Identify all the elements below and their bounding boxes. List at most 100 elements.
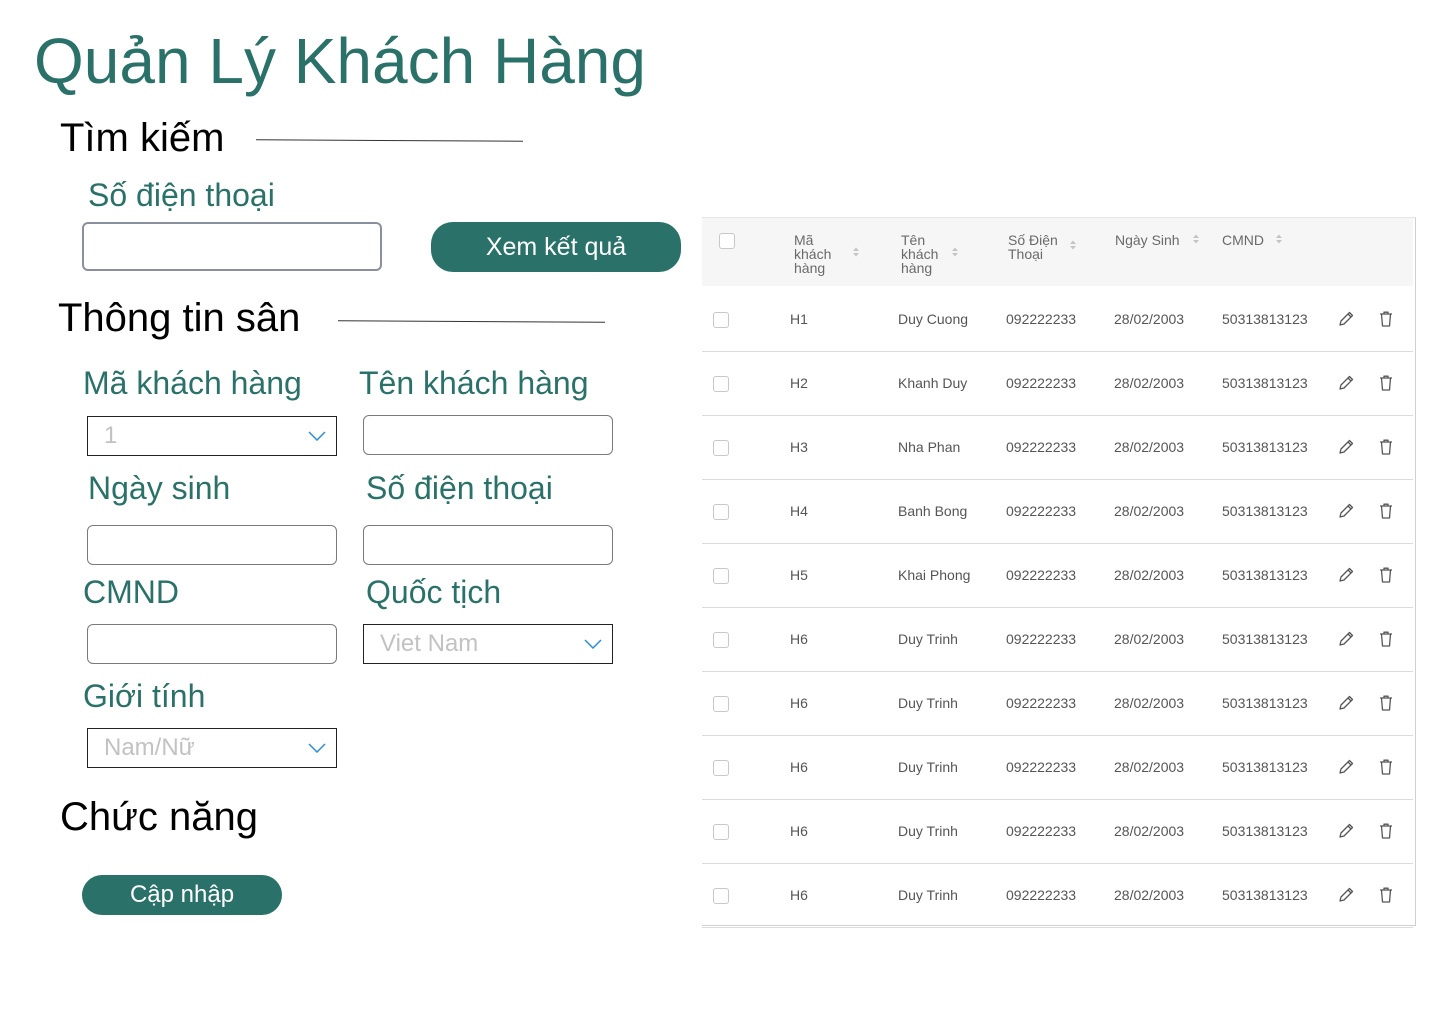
row-checkbox[interactable] (713, 760, 729, 776)
trash-icon[interactable] (1376, 565, 1396, 585)
birthday-label: Ngày sinh (88, 470, 231, 506)
row-checkbox[interactable] (713, 376, 729, 392)
birthday-input[interactable] (87, 525, 337, 565)
sort-icon[interactable] (1069, 239, 1077, 251)
table-row[interactable]: H2 Khanh Duy 092222233 28/02/2003 5031381312… (702, 351, 1413, 416)
table-row[interactable]: H5 Khai Phong 092222233 28/02/2003 503138131… (702, 543, 1413, 608)
column-header-text: hàng (794, 260, 826, 276)
column-header-id-card[interactable]: CMND (1222, 233, 1264, 247)
table-row[interactable]: H3 Nha Phan 092222233 28/02/2003 50313813123 (702, 415, 1413, 480)
gender-select[interactable]: Nam/Nữ (87, 728, 337, 768)
sort-icon[interactable] (1275, 233, 1283, 245)
cell-id-card: 50313813123 (1222, 823, 1308, 839)
id-card-input[interactable] (87, 624, 337, 664)
phone-label: Số điện thoại (366, 470, 553, 506)
cell-birthday: 28/02/2003 (1114, 887, 1185, 903)
cell-customer-name: Banh Bong (898, 503, 968, 519)
cell-customer-name: Duy Trinh (898, 695, 958, 711)
cell-phone: 092222233 (1006, 887, 1077, 903)
select-all-checkbox[interactable] (719, 233, 735, 249)
column-header-text: hàng (901, 260, 933, 276)
row-checkbox[interactable] (713, 824, 729, 840)
cell-customer-id: H6 (790, 631, 808, 647)
row-checkbox[interactable] (713, 568, 729, 584)
trash-icon[interactable] (1376, 501, 1396, 521)
cell-customer-name: Khai Phong (898, 567, 971, 583)
table-row[interactable]: H6 Duy Trinh 092222233 28/02/2003 5031381312… (702, 863, 1413, 928)
pencil-icon[interactable] (1336, 693, 1356, 713)
sort-icon[interactable] (1192, 233, 1200, 245)
cell-id-card: 50313813123 (1222, 759, 1308, 775)
row-checkbox[interactable] (713, 696, 729, 712)
customer-name-label: Tên khách hàng (359, 365, 589, 401)
row-checkbox[interactable] (713, 632, 729, 648)
cell-phone: 092222233 (1006, 567, 1077, 583)
trash-icon[interactable] (1376, 309, 1396, 329)
search-section-title: Tìm kiếm (60, 116, 225, 160)
pencil-icon[interactable] (1336, 821, 1356, 841)
cell-birthday: 28/02/2003 (1114, 375, 1185, 391)
nationality-value: Viet Nam (380, 630, 479, 657)
column-header-text: khách (794, 246, 832, 262)
table-row[interactable]: H6 Duy Trinh 092222233 28/02/2003 5031381312… (702, 607, 1413, 672)
trash-icon[interactable] (1376, 757, 1396, 777)
cell-phone: 092222233 (1006, 375, 1077, 391)
gender-value: Nam/Nữ (104, 734, 195, 761)
table-row[interactable]: H6 Duy Trinh 092222233 28/02/2003 5031381312… (702, 799, 1413, 864)
customer-id-select[interactable]: 1 (87, 416, 337, 456)
column-header-name[interactable]: Tên khách hàng (901, 233, 938, 275)
row-checkbox[interactable] (713, 504, 729, 520)
info-section-title: Thông tin sân (58, 296, 301, 340)
cell-phone: 092222233 (1006, 759, 1077, 775)
section-divider (255, 139, 524, 142)
sort-icon[interactable] (951, 246, 959, 258)
row-checkbox[interactable] (713, 312, 729, 328)
cell-phone: 092222233 (1006, 823, 1077, 839)
trash-icon[interactable] (1376, 437, 1396, 457)
cell-phone: 092222233 (1006, 439, 1077, 455)
pencil-icon[interactable] (1336, 629, 1356, 649)
pencil-icon[interactable] (1336, 373, 1356, 393)
pencil-icon[interactable] (1336, 885, 1356, 905)
cell-birthday: 28/02/2003 (1114, 759, 1185, 775)
cell-customer-name: Duy Trinh (898, 631, 958, 647)
column-header-phone[interactable]: Số Điện Thoại (1008, 233, 1058, 261)
cell-id-card: 50313813123 (1222, 311, 1308, 327)
cell-id-card: 50313813123 (1222, 567, 1308, 583)
cell-customer-id: H6 (790, 695, 808, 711)
trash-icon[interactable] (1376, 885, 1396, 905)
phone-input[interactable] (363, 525, 613, 565)
search-phone-input[interactable] (82, 222, 382, 271)
trash-icon[interactable] (1376, 693, 1396, 713)
table-row[interactable]: H6 Duy Trinh 092222233 28/02/2003 5031381312… (702, 735, 1413, 800)
table-header: Mã khách hàng Tên khách hàng Số Điện Tho… (702, 218, 1413, 286)
customer-name-input[interactable] (363, 415, 613, 455)
table-row[interactable]: H1 Duy Cuong 092222233 28/02/2003 5031381312… (702, 287, 1413, 352)
trash-icon[interactable] (1376, 373, 1396, 393)
cell-customer-id: H6 (790, 887, 808, 903)
table-row[interactable]: H4 Banh Bong 092222233 28/02/2003 5031381312… (702, 479, 1413, 544)
pencil-icon[interactable] (1336, 565, 1356, 585)
column-header-id[interactable]: Mã khách hàng (794, 233, 831, 275)
pencil-icon[interactable] (1336, 501, 1356, 521)
pencil-icon[interactable] (1336, 437, 1356, 457)
sort-icon[interactable] (852, 246, 860, 258)
cell-id-card: 50313813123 (1222, 695, 1308, 711)
trash-icon[interactable] (1376, 629, 1396, 649)
row-checkbox[interactable] (713, 888, 729, 904)
cell-phone: 092222233 (1006, 503, 1077, 519)
chevron-down-icon (308, 743, 326, 753)
cell-birthday: 28/02/2003 (1114, 439, 1185, 455)
view-results-button[interactable]: Xem kết quả (431, 222, 681, 272)
pencil-icon[interactable] (1336, 757, 1356, 777)
row-checkbox[interactable] (713, 440, 729, 456)
cell-id-card: 50313813123 (1222, 503, 1308, 519)
column-header-birthday[interactable]: Ngày Sinh (1115, 233, 1180, 247)
nationality-select[interactable]: Viet Nam (363, 624, 613, 664)
cell-birthday: 28/02/2003 (1114, 503, 1185, 519)
trash-icon[interactable] (1376, 821, 1396, 841)
table-row[interactable]: H6 Duy Trinh 092222233 28/02/2003 5031381312… (702, 671, 1413, 736)
update-button[interactable]: Cập nhập (82, 875, 282, 915)
cell-customer-id: H5 (790, 567, 808, 583)
pencil-icon[interactable] (1336, 309, 1356, 329)
